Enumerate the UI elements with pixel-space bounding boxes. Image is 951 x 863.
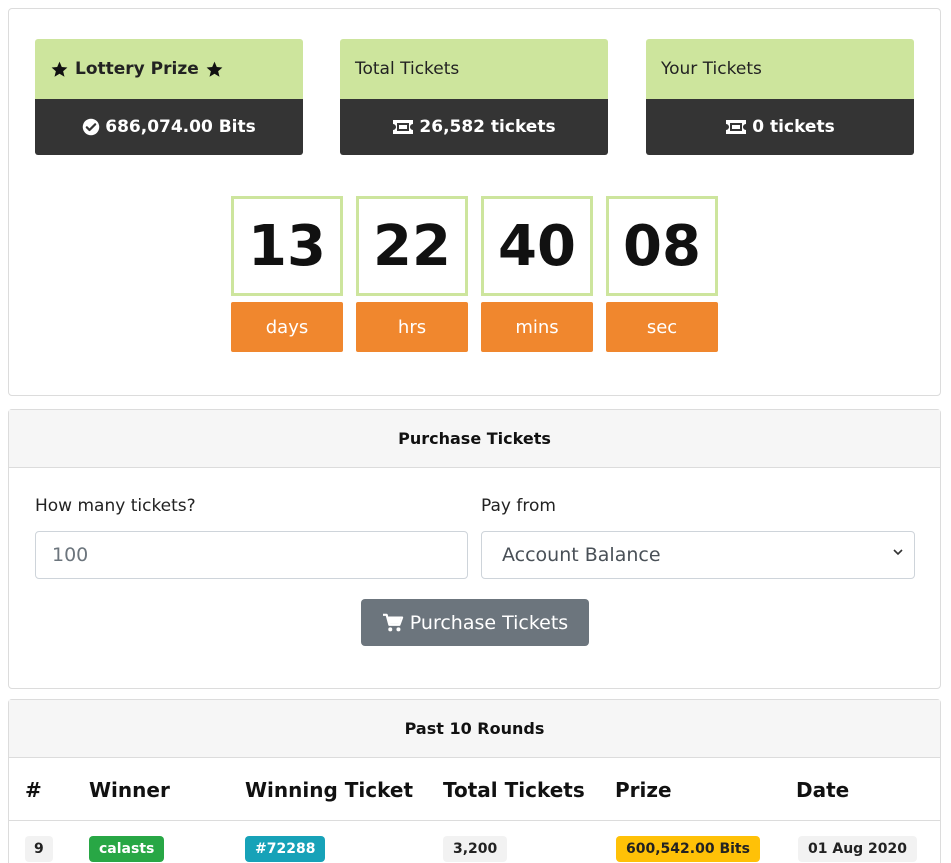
pay-from-label: Pay from — [481, 496, 556, 516]
countdown-hours-label: hrs — [356, 302, 468, 352]
purchase-tickets-button[interactable]: Purchase Tickets — [361, 599, 589, 646]
total-tickets-badge: 3,200 — [443, 836, 508, 862]
lottery-prize-title: Lottery Prize — [75, 59, 199, 79]
ticket-quantity-input[interactable]: 100 — [35, 531, 468, 579]
col-header-winner: Winner — [89, 778, 170, 802]
lottery-overview-card: Lottery Prize 686,074.00 Bits Total Tick… — [8, 8, 941, 396]
total-tickets-panel: Total Tickets 26,582 tickets — [340, 39, 608, 155]
countdown-seconds-value: 08 — [606, 196, 718, 296]
past-rounds-header: Past 10 Rounds — [9, 700, 940, 758]
winning-ticket-badge: #72288 — [245, 836, 326, 862]
total-tickets-title: Total Tickets — [355, 59, 460, 79]
round-number-badge: 9 — [25, 836, 53, 862]
countdown-hours-value: 22 — [356, 196, 468, 296]
purchase-tickets-header: Purchase Tickets — [9, 410, 940, 468]
lottery-prize-body: 686,074.00 Bits — [35, 99, 303, 155]
chevron-down-icon — [892, 546, 904, 562]
col-header-prize: Prize — [615, 778, 672, 802]
ticket-quantity-placeholder: 100 — [52, 544, 89, 566]
col-header-winning-ticket: Winning Ticket — [245, 778, 414, 802]
total-tickets-value: 26,582 tickets — [419, 117, 556, 137]
col-header-total-tickets: Total Tickets — [443, 778, 585, 802]
col-header-date: Date — [796, 778, 850, 802]
your-tickets-title: Your Tickets — [661, 59, 762, 79]
your-tickets-body: 0 tickets — [646, 99, 914, 155]
purchase-button-label: Purchase Tickets — [409, 611, 569, 634]
total-tickets-header: Total Tickets — [340, 39, 608, 99]
countdown-seconds-label: sec — [606, 302, 718, 352]
total-tickets-body: 26,582 tickets — [340, 99, 608, 155]
star-icon — [50, 60, 69, 79]
check-circle-icon — [82, 118, 100, 136]
lottery-prize-header: Lottery Prize — [35, 39, 303, 99]
col-header-round: # — [25, 778, 42, 802]
quantity-label: How many tickets? — [35, 496, 196, 516]
your-tickets-value: 0 tickets — [752, 117, 835, 137]
countdown-minutes-value: 40 — [481, 196, 593, 296]
ticket-icon — [392, 119, 414, 135]
prize-badge: 600,542.00 Bits — [616, 836, 760, 862]
ticket-icon — [725, 119, 747, 135]
date-badge: 01 Aug 2020 — [798, 836, 918, 862]
past-rounds-card: Past 10 Rounds # Winner Winning Ticket T… — [8, 699, 941, 863]
pay-from-selected-value: Account Balance — [502, 544, 661, 566]
countdown-minutes-label: mins — [481, 302, 593, 352]
countdown-days-label: days — [231, 302, 343, 352]
your-tickets-header: Your Tickets — [646, 39, 914, 99]
pay-from-select[interactable]: Account Balance — [481, 531, 915, 579]
winner-badge: calasts — [89, 836, 165, 862]
countdown-days-value: 13 — [231, 196, 343, 296]
table-header-divider — [9, 820, 940, 821]
your-tickets-panel: Your Tickets 0 tickets — [646, 39, 914, 155]
cart-icon — [382, 613, 404, 633]
lottery-prize-value: 686,074.00 Bits — [105, 117, 256, 137]
purchase-tickets-card: Purchase Tickets How many tickets? 100 P… — [8, 409, 941, 689]
lottery-prize-panel: Lottery Prize 686,074.00 Bits — [35, 39, 303, 155]
star-icon — [205, 60, 224, 79]
